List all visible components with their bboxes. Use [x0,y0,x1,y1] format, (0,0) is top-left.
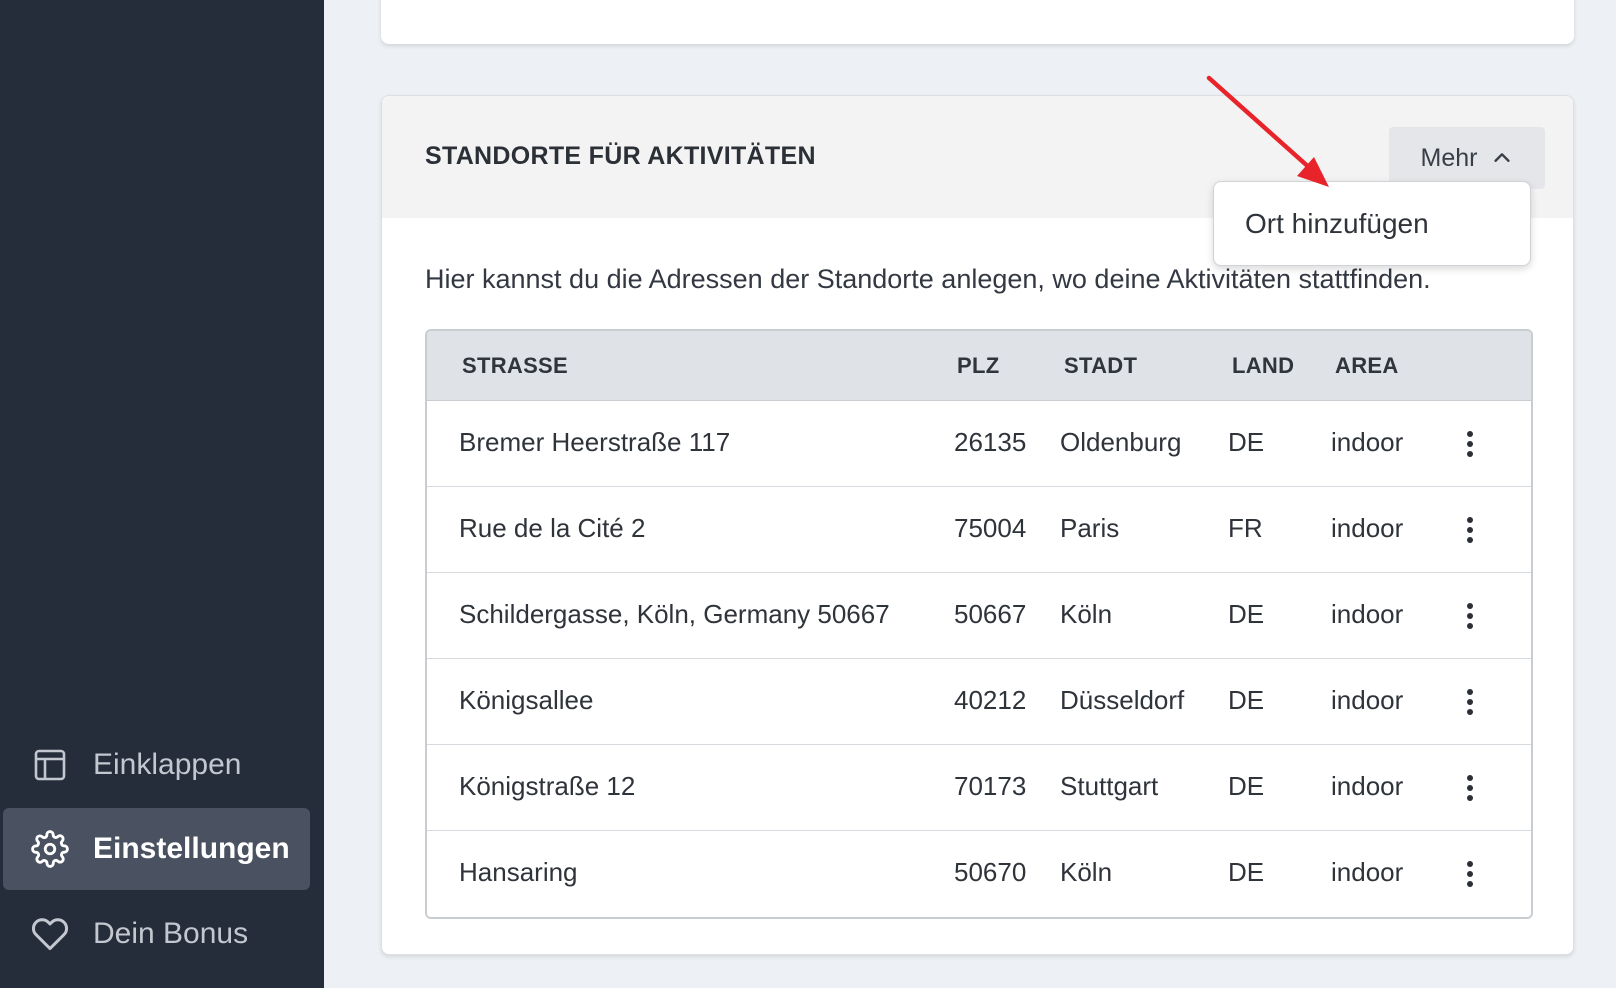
cell-plz: 26135 [954,427,1027,457]
cell-land: DE [1228,685,1265,715]
cell-stadt: Stuttgart [1060,771,1159,801]
row-menu-icon[interactable] [1455,771,1485,805]
row-menu-icon[interactable] [1455,599,1485,633]
sidebar-item-label: Dein Bonus [93,917,249,950]
cell-land: DE [1228,771,1265,801]
table-header: STRASSE PLZ STADT LAND AREA [427,331,1531,401]
column-header-stadt: STADT [1064,353,1138,378]
table-row: Schildergasse, Köln, Germany 50667 50667… [427,573,1531,659]
cell-area: indoor [1331,427,1404,457]
table-row: Königstraße 12 70173 Stuttgart DE indoor [427,745,1531,831]
cell-land: DE [1228,599,1265,629]
sidebar-item-label: Einklappen [93,748,242,781]
sidebar-item-einklappen[interactable]: Einklappen [3,724,310,806]
sidebar-item-einstellungen[interactable]: Einstellungen [3,808,310,890]
cell-area: indoor [1331,599,1404,629]
cell-stadt: Paris [1060,513,1120,543]
cell-strasse: Hansaring [459,857,578,887]
cell-strasse: Rue de la Cité 2 [459,513,646,543]
cell-land: FR [1228,513,1263,543]
table-row: Königsallee 40212 Düsseldorf DE indoor [427,659,1531,745]
cell-stadt: Oldenburg [1060,427,1182,457]
cell-strasse: Königstraße 12 [459,771,636,801]
cell-land: DE [1228,857,1265,887]
chevron-up-icon [1494,153,1511,162]
column-header-land: LAND [1232,353,1295,378]
table-row: Bremer Heerstraße 117 26135 Oldenburg DE… [427,401,1531,487]
sidebar: Einklappen Einstellungen Dein Bonus [0,0,324,988]
cell-area: indoor [1331,771,1404,801]
column-header-area: AREA [1335,353,1399,378]
sidebar-collapse-icon [29,744,71,786]
cell-plz: 50670 [954,857,1027,887]
section-title: STANDORTE FÜR AKTIVITÄTEN [425,142,816,170]
sidebar-item-dein-bonus[interactable]: Dein Bonus [3,893,310,975]
table-row: Rue de la Cité 2 75004 Paris FR indoor [427,487,1531,573]
dropdown-item-label: Ort hinzufügen [1245,207,1429,239]
section-description: Hier kannst du die Adressen der Standort… [425,264,1431,294]
cell-land: DE [1228,427,1265,457]
previous-card [381,0,1574,44]
cell-area: indoor [1331,513,1404,543]
cell-plz: 50667 [954,599,1027,629]
sidebar-item-label: Einstellungen [93,832,290,865]
cell-area: indoor [1331,685,1404,715]
cell-plz: 75004 [954,513,1027,543]
more-button[interactable]: Mehr [1389,127,1545,189]
heart-icon [29,913,71,955]
cell-strasse: Königsallee [459,685,594,715]
cell-strasse: Schildergasse, Köln, Germany 50667 [459,599,890,629]
cell-area: indoor [1331,857,1404,887]
cell-plz: 40212 [954,685,1027,715]
dropdown-menu-item-ort-hinzufuegen[interactable]: Ort hinzufügen [1213,181,1531,266]
cell-stadt: Köln [1060,599,1113,629]
row-menu-icon[interactable] [1455,513,1485,547]
row-menu-icon[interactable] [1455,685,1485,719]
column-header-plz: PLZ [957,353,1000,378]
more-button-label: Mehr [1420,143,1478,172]
column-header-strasse: STRASSE [462,353,569,378]
locations-table: STRASSE PLZ STADT LAND AREA Bremer Heers… [425,329,1533,919]
row-menu-icon[interactable] [1455,857,1485,891]
table-row: Hansaring 50670 Köln DE indoor [427,831,1531,917]
cell-stadt: Düsseldorf [1060,685,1185,715]
gear-icon [29,828,71,870]
cell-stadt: Köln [1060,857,1113,887]
cell-plz: 70173 [954,771,1027,801]
row-menu-icon[interactable] [1455,427,1485,461]
cell-strasse: Bremer Heerstraße 117 [459,427,731,457]
